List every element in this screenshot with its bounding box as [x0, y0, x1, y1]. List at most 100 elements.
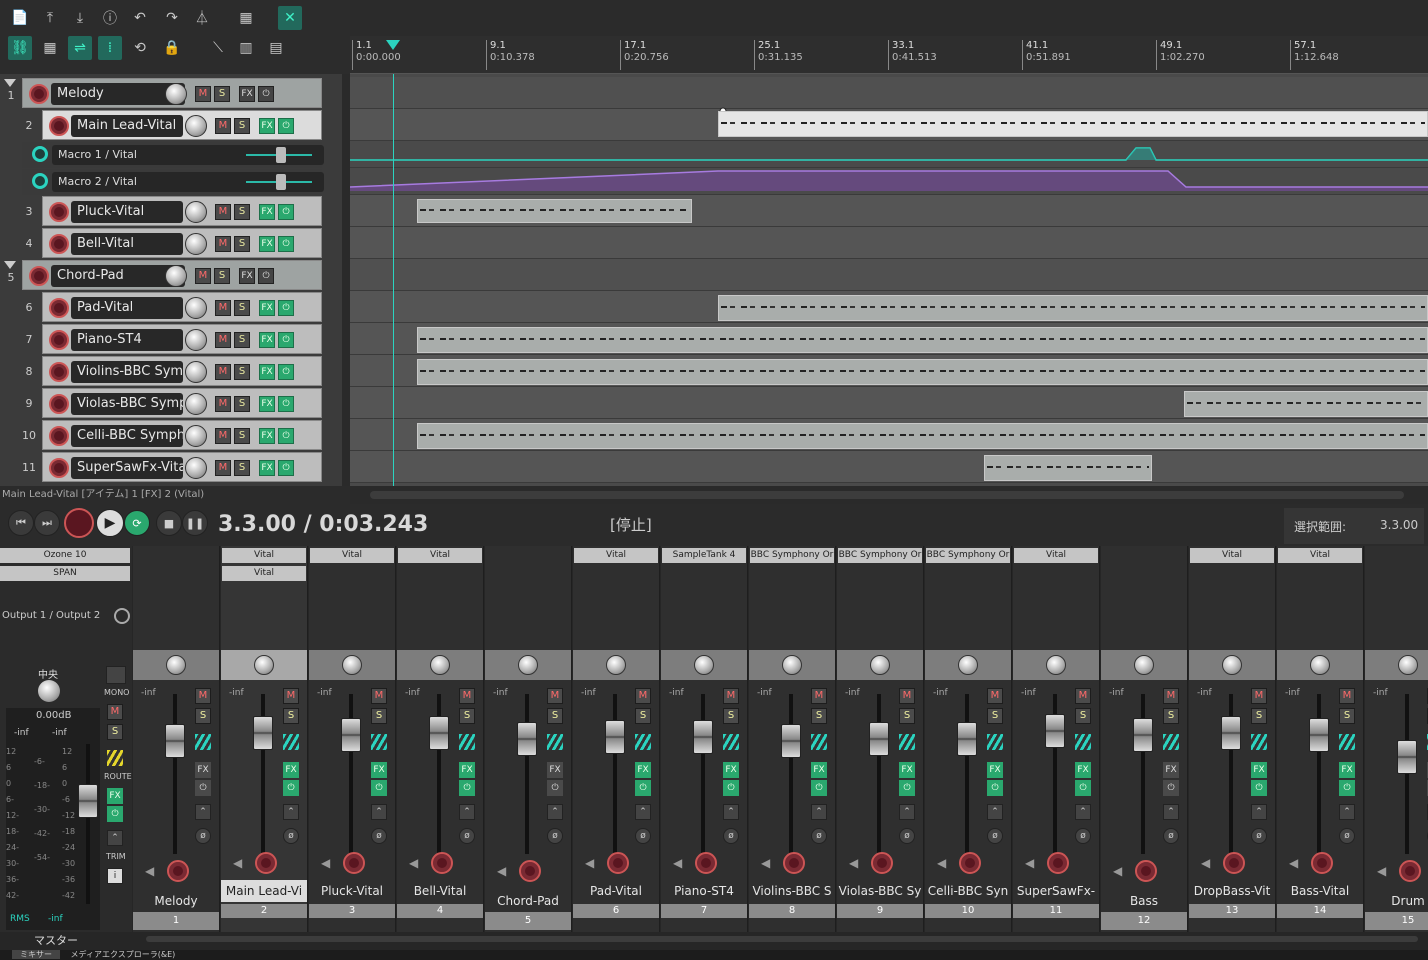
strip-name[interactable]: Pad-Vital: [573, 880, 659, 902]
mute-button[interactable]: M: [215, 332, 231, 348]
stop-button[interactable]: ■: [156, 510, 182, 536]
strip-record-arm-button[interactable]: [783, 852, 805, 874]
track-name[interactable]: Piano-ST4: [71, 329, 183, 351]
fx-slot[interactable]: Vital: [574, 548, 658, 563]
lock-icon[interactable]: 🔒: [160, 36, 184, 60]
strip-fx-power-icon[interactable]: ⏻: [1339, 780, 1355, 796]
track-header[interactable]: Violas-BBC Sympl M S FX ⏻: [42, 388, 322, 418]
envelope-icon[interactable]: ⌃: [195, 804, 211, 820]
strip-fx-power-icon[interactable]: ⏻: [635, 780, 651, 796]
strip-solo-button[interactable]: S: [371, 708, 387, 724]
track-header[interactable]: Violins-BBC Symp M S FX ⏻: [42, 356, 322, 386]
record-button[interactable]: [64, 508, 94, 538]
volume-fader[interactable]: [253, 716, 273, 750]
arrange-view[interactable]: [350, 74, 1428, 486]
master-output[interactable]: Output 1 / Output 2: [2, 610, 100, 621]
strip-solo-button[interactable]: S: [1251, 708, 1267, 724]
volume-fader[interactable]: [1309, 718, 1329, 752]
fx-power-icon[interactable]: ⏻: [278, 204, 294, 220]
strip-fx-button[interactable]: FX: [1339, 762, 1355, 778]
speaker-icon[interactable]: ◀: [673, 856, 682, 870]
strip-mute-button[interactable]: M: [723, 688, 739, 704]
piano-roll-icon[interactable]: ▤: [264, 36, 288, 60]
strip-record-arm-button[interactable]: [167, 860, 189, 882]
record-arm-button[interactable]: [49, 394, 69, 414]
track-volume-knob[interactable]: [185, 425, 207, 447]
strip-fx-button[interactable]: FX: [811, 762, 827, 778]
phase-icon[interactable]: ø: [899, 828, 915, 844]
track-row[interactable]: 3 Pluck-Vital M S FX ⏻: [0, 195, 342, 227]
track-volume-knob[interactable]: [185, 233, 207, 255]
mute-button[interactable]: M: [215, 428, 231, 444]
record-arm-button[interactable]: [29, 84, 49, 104]
strip-fx-button[interactable]: FX: [1251, 762, 1267, 778]
track-header[interactable]: Celli-BBC Sympho M S FX ⏻: [42, 420, 322, 450]
volume-fader[interactable]: [605, 720, 625, 754]
envelope-icon[interactable]: ⌃: [371, 804, 387, 820]
speaker-icon[interactable]: ◀: [761, 856, 770, 870]
phase-icon[interactable]: ø: [371, 828, 387, 844]
route-icon[interactable]: [723, 734, 739, 750]
track-volume-knob[interactable]: [185, 297, 207, 319]
master-solo-button[interactable]: S: [107, 724, 123, 740]
fx-slot[interactable]: BBC Symphony Or: [750, 548, 834, 563]
arrange-horizontal-scrollbar[interactable]: [350, 486, 1428, 504]
phase-icon[interactable]: ø: [195, 828, 211, 844]
pan-knob[interactable]: [958, 655, 978, 675]
fx-slot[interactable]: BBC Symphony Or: [926, 548, 1010, 563]
midi-item[interactable]: [417, 359, 1428, 385]
strip-name[interactable]: Bass-Vital: [1277, 880, 1363, 902]
go-to-start-button[interactable]: ⏮: [8, 510, 34, 536]
mute-button[interactable]: M: [215, 204, 231, 220]
fx-button[interactable]: FX: [259, 396, 275, 412]
master-fx-button[interactable]: FX: [107, 788, 123, 804]
strip-fx-power-icon[interactable]: ⏻: [899, 780, 915, 796]
strip-fx-button[interactable]: FX: [547, 762, 563, 778]
route-icon[interactable]: [195, 734, 211, 750]
folder-collapse-icon[interactable]: [4, 261, 16, 269]
phase-icon[interactable]: ø: [635, 828, 651, 844]
strip-record-arm-button[interactable]: [343, 852, 365, 874]
strip-record-arm-button[interactable]: [607, 852, 629, 874]
mute-button[interactable]: M: [215, 300, 231, 316]
envelope-icon[interactable]: ⌃: [283, 804, 299, 820]
fx-slot[interactable]: Vital: [398, 548, 482, 563]
timeline-ruler[interactable]: 1.1 0:00.000 9.1 0:10.378 17.1 0:20.756 25.1 0:…: [350, 36, 1428, 74]
strip-fx-power-icon[interactable]: ⏻: [547, 780, 563, 796]
undo-icon[interactable]: ↶: [128, 6, 152, 30]
envelope-icon[interactable]: ⌃: [723, 804, 739, 820]
strip-fx-button[interactable]: FX: [195, 762, 211, 778]
strip-fx-button[interactable]: FX: [459, 762, 475, 778]
go-to-end-button[interactable]: ⏭: [34, 510, 60, 536]
phase-icon[interactable]: ø: [1075, 828, 1091, 844]
strip-solo-button[interactable]: S: [1163, 708, 1179, 724]
volume-fader[interactable]: [781, 724, 801, 758]
redo-icon[interactable]: ↷: [160, 6, 184, 30]
fx-power-icon[interactable]: ⏻: [278, 118, 294, 134]
track-volume-knob[interactable]: [185, 329, 207, 351]
route-icon[interactable]: [899, 734, 915, 750]
strip-mute-button[interactable]: M: [1251, 688, 1267, 704]
strip-fx-power-icon[interactable]: ⏻: [1075, 780, 1091, 796]
track-header[interactable]: Pluck-Vital M S FX ⏻: [42, 196, 322, 226]
strip-record-arm-button[interactable]: [959, 852, 981, 874]
speaker-icon[interactable]: ◀: [233, 856, 242, 870]
pan-knob[interactable]: [782, 655, 802, 675]
strip-mute-button[interactable]: M: [987, 688, 1003, 704]
solo-button[interactable]: S: [234, 118, 250, 134]
track-volume-knob[interactable]: [185, 361, 207, 383]
track-row[interactable]: 11 SuperSawFx-Vita M S FX ⏻: [0, 451, 342, 483]
mute-button[interactable]: M: [215, 396, 231, 412]
strip-name[interactable]: DropBass-Vit: [1189, 880, 1275, 902]
record-arm-button[interactable]: [49, 362, 69, 382]
strip-mute-button[interactable]: M: [899, 688, 915, 704]
volume-fader[interactable]: [517, 722, 537, 756]
fx-button[interactable]: FX: [259, 332, 275, 348]
speaker-icon[interactable]: ◀: [1113, 864, 1122, 878]
track-header[interactable]: Piano-ST4 M S FX ⏻: [42, 324, 322, 354]
fx-button[interactable]: FX: [239, 86, 255, 102]
open-icon[interactable]: ⤒: [38, 6, 62, 30]
track-row[interactable]: 4 Bell-Vital M S FX ⏻: [0, 227, 342, 259]
grid-icon[interactable]: ▦: [38, 36, 62, 60]
link-icon[interactable]: ⛓: [8, 36, 32, 60]
